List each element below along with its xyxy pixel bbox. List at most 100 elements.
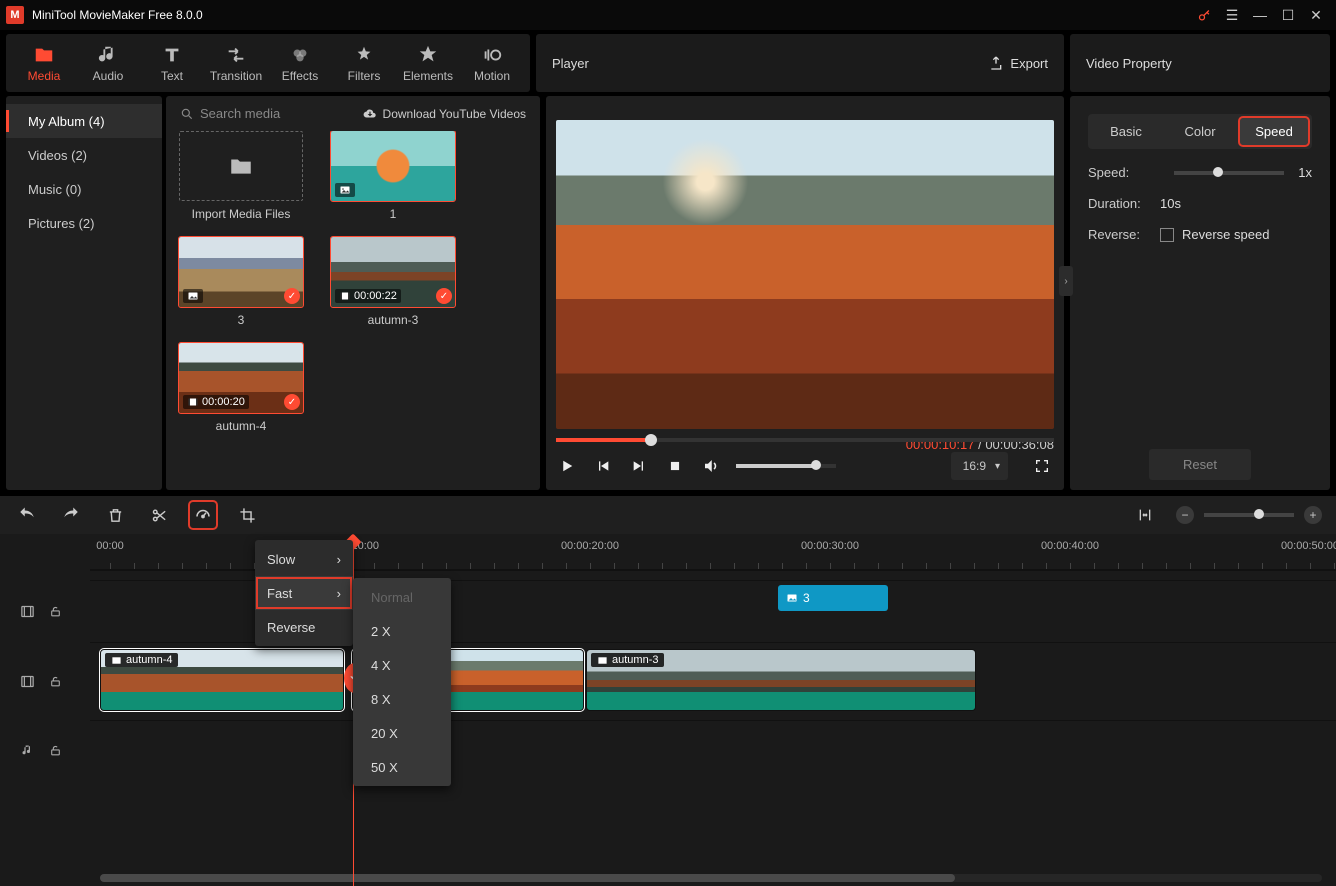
ruler-tick: 00:00:20:00 — [561, 540, 619, 552]
ruler-tick: 00:00:30:00 — [801, 540, 859, 552]
tab-filters[interactable]: Filters — [332, 35, 396, 91]
speed-button[interactable] — [190, 502, 216, 528]
track-video[interactable]: autumn-4 ⟲ autumn-3 — [90, 642, 1336, 720]
volume-icon[interactable] — [700, 455, 722, 477]
speed-submenu-normal: Normal — [353, 580, 451, 614]
property-tab-basic[interactable]: Basic — [1092, 118, 1160, 145]
timeline-clip-picture-label: 3 — [803, 591, 810, 605]
tab-text[interactable]: Text — [140, 35, 204, 91]
media-thumb-autumn3[interactable]: 00:00:22 ✓ — [331, 237, 455, 307]
export-label: Export — [1010, 56, 1048, 71]
player-header: Player Export — [536, 34, 1064, 92]
aspect-ratio-select[interactable]: 16:9 — [951, 452, 1008, 480]
speed-submenu-8x[interactable]: 8 X — [353, 682, 451, 716]
sidebar-item-myalbum[interactable]: My Album (4) — [6, 104, 162, 138]
duration-value: 10s — [1160, 196, 1181, 211]
speed-submenu-4x[interactable]: 4 X — [353, 648, 451, 682]
media-thumb-autumn3-label: autumn-3 — [368, 313, 419, 327]
collapse-property-button[interactable]: › — [1059, 266, 1073, 296]
speed-menu-reverse[interactable]: Reverse — [255, 610, 353, 644]
used-check-icon: ✓ — [436, 288, 452, 304]
next-frame-button[interactable] — [628, 455, 650, 477]
timeline: 00:00 00:00:10:00 00:00:20:00 00:00:30:0… — [0, 534, 1336, 886]
zoom-out-button[interactable]: − — [1176, 506, 1194, 524]
media-thumb-autumn4-label: autumn-4 — [216, 419, 267, 433]
play-button[interactable] — [556, 455, 578, 477]
unlock-icon[interactable] — [49, 605, 62, 618]
sidebar-item-pictures[interactable]: Pictures (2) — [6, 206, 162, 240]
timeline-scrollbar[interactable] — [100, 874, 1322, 882]
tab-effects[interactable]: Effects — [268, 35, 332, 91]
reset-button[interactable]: Reset — [1149, 449, 1251, 480]
property-header-label: Video Property — [1086, 56, 1172, 71]
app-title: MiniTool MovieMaker Free 8.0.0 — [32, 8, 1190, 22]
undo-button[interactable] — [14, 502, 40, 528]
export-button[interactable]: Export — [988, 55, 1048, 71]
sidebar-item-music[interactable]: Music (0) — [6, 172, 162, 206]
media-thumb-3[interactable]: ✓ — [179, 237, 303, 307]
video-icon: 00:00:22 — [335, 289, 401, 303]
player-pane: › 00:00:10:17 / 00:00:36:08 16:9 — [546, 96, 1064, 490]
speed-slider[interactable] — [1174, 171, 1284, 175]
prev-frame-button[interactable] — [592, 455, 614, 477]
maximize-button[interactable]: ☐ — [1274, 0, 1302, 30]
speed-menu-slow[interactable]: Slow› — [255, 542, 353, 576]
chevron-right-icon: › — [337, 586, 341, 601]
tab-audio-label: Audio — [93, 69, 124, 83]
timeline-clip-autumn4[interactable]: autumn-4 — [100, 649, 344, 711]
close-button[interactable]: ✕ — [1302, 0, 1330, 30]
timeline-clip-autumn3[interactable]: autumn-3 — [586, 649, 976, 711]
speed-submenu: Normal 2 X 4 X 8 X 20 X 50 X — [353, 578, 451, 786]
delete-button[interactable] — [102, 502, 128, 528]
player-seekbar[interactable] — [556, 438, 1054, 442]
stop-button[interactable] — [664, 455, 686, 477]
media-thumb-1[interactable] — [331, 131, 455, 201]
tab-text-label: Text — [161, 69, 183, 83]
reverse-checkbox[interactable] — [1160, 228, 1174, 242]
tab-transition[interactable]: Transition — [204, 35, 268, 91]
key-icon[interactable] — [1190, 0, 1218, 30]
sidebar-item-videos[interactable]: Videos (2) — [6, 138, 162, 172]
property-tab-color[interactable]: Color — [1166, 118, 1234, 145]
download-youtube-button[interactable]: Download YouTube Videos — [363, 107, 526, 121]
sidebar-item-label: My Album (4) — [28, 114, 105, 129]
timeline-clip-picture[interactable]: 3 — [778, 585, 888, 611]
volume-slider[interactable] — [736, 464, 836, 468]
speed-submenu-50x[interactable]: 50 X — [353, 750, 451, 784]
zoom-in-button[interactable]: + — [1304, 506, 1322, 524]
speed-submenu-2x[interactable]: 2 X — [353, 614, 451, 648]
tab-motion[interactable]: Motion — [460, 35, 524, 91]
speed-label: Speed: — [1088, 165, 1160, 180]
tab-audio[interactable]: Audio — [76, 35, 140, 91]
track-audio[interactable] — [90, 720, 1336, 780]
split-button[interactable] — [146, 502, 172, 528]
media-thumb-autumn4[interactable]: 00:00:20 ✓ — [179, 343, 303, 413]
speed-menu-fast[interactable]: Fast› — [255, 576, 353, 610]
unlock-icon[interactable] — [49, 744, 62, 757]
redo-button[interactable] — [58, 502, 84, 528]
tab-media[interactable]: Media — [12, 35, 76, 91]
tab-elements-label: Elements — [403, 69, 453, 83]
media-thumb-1-label: 1 — [390, 207, 397, 221]
import-media-button[interactable] — [179, 131, 303, 201]
preview-viewport[interactable] — [556, 120, 1054, 429]
unlock-icon[interactable] — [49, 675, 62, 688]
aspect-ratio-value: 16:9 — [963, 459, 986, 473]
music-icon — [20, 743, 35, 758]
fullscreen-button[interactable] — [1030, 458, 1054, 474]
tab-elements[interactable]: Elements — [396, 35, 460, 91]
speed-value: 1x — [1298, 165, 1312, 180]
reverse-option-label: Reverse speed — [1182, 227, 1269, 242]
crop-button[interactable] — [234, 502, 260, 528]
zoom-slider[interactable] — [1204, 513, 1294, 517]
property-tab-speed[interactable]: Speed — [1240, 118, 1308, 145]
sidebar-item-label: Videos (2) — [28, 148, 87, 163]
fit-timeline-button[interactable] — [1132, 502, 1158, 528]
search-input[interactable]: Search media — [180, 106, 280, 121]
folder-icon — [228, 153, 254, 179]
speed-submenu-20x[interactable]: 20 X — [353, 716, 451, 750]
minimize-button[interactable]: — — [1246, 0, 1274, 30]
image-icon — [786, 592, 798, 604]
menu-icon[interactable]: ☰ — [1218, 0, 1246, 30]
ruler-tick: 00:00:40:00 — [1041, 540, 1099, 552]
